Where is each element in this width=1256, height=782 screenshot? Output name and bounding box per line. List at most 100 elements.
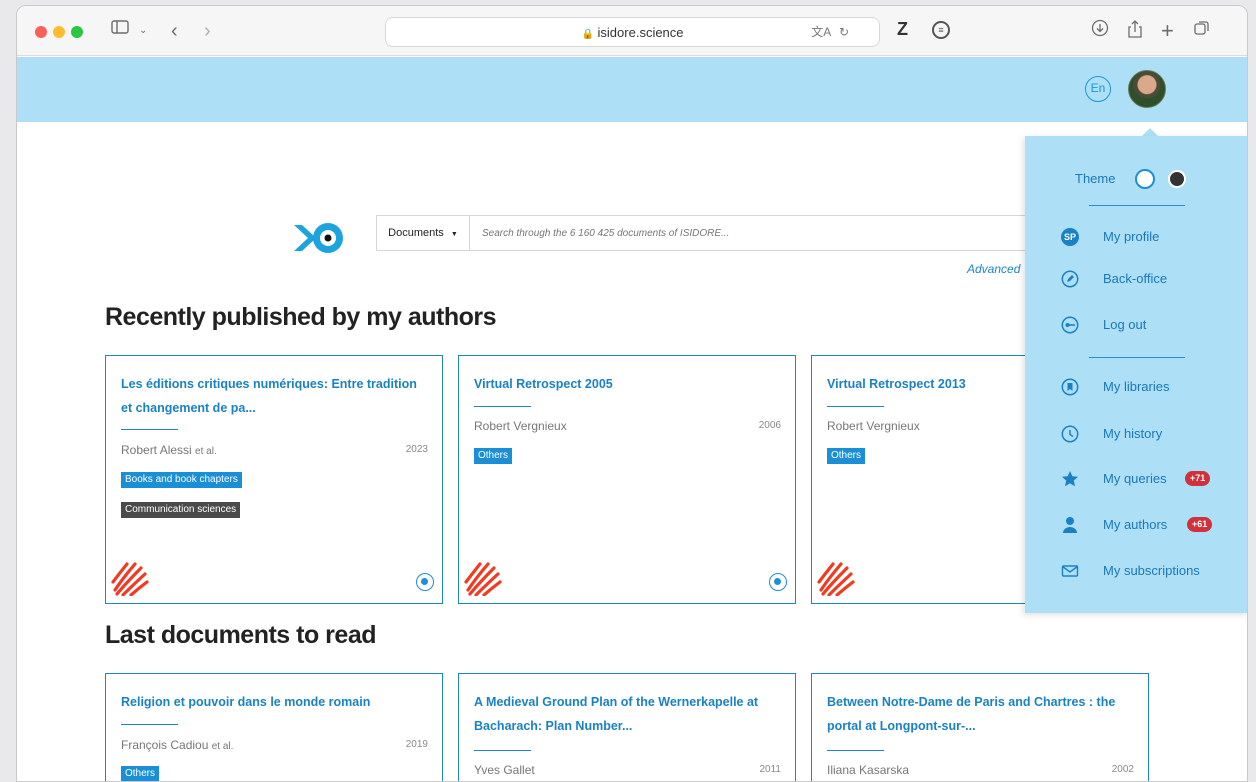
source-logo-icon xyxy=(817,562,855,596)
translate-icon[interactable]: 文A xyxy=(811,25,830,39)
document-card[interactable]: Religion et pouvoir dans le monde romain… xyxy=(105,673,443,781)
language-button[interactable]: En xyxy=(1085,76,1111,102)
card-divider xyxy=(827,406,884,407)
card-title[interactable]: Religion et pouvoir dans le monde romain xyxy=(121,690,427,714)
menu-item-label: My profile xyxy=(1103,229,1160,244)
document-card[interactable]: A Medieval Ground Plan of the Wernerkape… xyxy=(458,673,796,781)
discipline-tag[interactable]: Communication sciences xyxy=(121,502,241,518)
key-icon xyxy=(1061,316,1079,334)
menu-divider xyxy=(1089,205,1185,206)
queries-count-badge: +71 xyxy=(1185,471,1211,486)
card-author[interactable]: Yves Gallet xyxy=(474,763,535,777)
menu-item-back-office[interactable]: Back-office xyxy=(1061,268,1241,292)
menu-item-my-profile[interactable]: SP My profile xyxy=(1061,226,1241,250)
menu-item-my-history[interactable]: My history xyxy=(1061,423,1241,447)
document-card[interactable]: Between Notre-Dame de Paris and Chartres… xyxy=(811,673,1149,781)
card-year: 2011 xyxy=(759,764,781,775)
document-card[interactable]: Virtual Retrospect 2005 Robert Vergnieux… xyxy=(458,355,796,604)
search-type-dropdown[interactable]: Documents ▼ xyxy=(377,216,470,250)
card-author[interactable]: Robert Alessi xyxy=(121,443,192,457)
menu-item-my-queries[interactable]: My queries +71 xyxy=(1061,468,1241,492)
card-divider xyxy=(827,750,884,751)
menu-item-my-authors[interactable]: My authors +61 xyxy=(1061,514,1241,538)
search-bar: Documents ▼ xyxy=(376,215,1036,251)
card-title[interactable]: Les éditions critiques numériques: Entre… xyxy=(121,372,427,420)
type-tag[interactable]: Others xyxy=(827,448,866,464)
source-logo-icon xyxy=(111,562,149,596)
address-bar[interactable]: 🔒 isidore.science 文A ↻ xyxy=(385,17,880,47)
shield-icon[interactable]: ≡ xyxy=(932,21,950,39)
recent-section-title: Recently published by my authors xyxy=(105,303,497,331)
tabs-icon[interactable] xyxy=(1193,19,1211,45)
source-logo-icon xyxy=(464,562,502,596)
reload-icon[interactable]: ↻ xyxy=(839,25,849,39)
menu-item-label: Back-office xyxy=(1103,271,1168,286)
isidore-logo[interactable] xyxy=(294,221,344,255)
menu-item-label: Log out xyxy=(1103,317,1147,332)
last-section-title: Last documents to read xyxy=(105,621,377,649)
card-divider xyxy=(474,406,531,407)
search-type-label: Documents xyxy=(388,227,444,239)
theme-dark-toggle[interactable] xyxy=(1168,170,1186,188)
type-tag[interactable]: Books and book chapters xyxy=(121,472,242,488)
advanced-search-link[interactable]: Advanced xyxy=(967,262,1020,276)
card-author[interactable]: Robert Vergnieux xyxy=(474,419,567,433)
menu-item-label: My history xyxy=(1103,426,1163,441)
menu-item-label: My libraries xyxy=(1103,379,1170,394)
menu-divider xyxy=(1089,357,1185,358)
share-icon[interactable] xyxy=(1127,19,1143,47)
lock-icon: 🔒 xyxy=(581,29,594,40)
card-year: 2019 xyxy=(405,739,428,750)
caret-down-icon: ▼ xyxy=(450,231,458,238)
card-etal: et al. xyxy=(211,741,234,752)
chevron-down-icon[interactable]: ⌄ xyxy=(139,19,147,43)
user-icon xyxy=(1063,517,1077,533)
menu-item-my-libraries[interactable]: My libraries xyxy=(1061,376,1241,400)
download-icon[interactable] xyxy=(1091,19,1109,45)
envelope-icon xyxy=(1061,565,1079,577)
user-menu: Theme SP My profile Back-office Log out … xyxy=(1025,136,1247,613)
back-icon[interactable]: ‹ xyxy=(171,19,178,43)
star-icon xyxy=(1062,471,1078,487)
menu-item-label: My subscriptions xyxy=(1103,563,1200,578)
document-card[interactable]: Les éditions critiques numériques: Entre… xyxy=(105,355,443,604)
menu-item-log-out[interactable]: Log out xyxy=(1061,314,1241,338)
card-divider xyxy=(121,724,178,725)
menu-item-label: My authors xyxy=(1103,517,1168,532)
pencil-icon xyxy=(1061,270,1079,288)
type-tag[interactable]: Others xyxy=(121,766,160,781)
type-tag[interactable]: Others xyxy=(474,448,513,464)
avatar[interactable] xyxy=(1128,70,1166,108)
card-divider xyxy=(121,429,178,430)
menu-item-my-subscriptions[interactable]: My subscriptions xyxy=(1061,560,1241,584)
minimize-window-button[interactable] xyxy=(53,26,65,38)
card-author[interactable]: François Cadiou xyxy=(121,738,208,752)
card-divider xyxy=(474,750,531,751)
arrow-right-circle-icon[interactable] xyxy=(769,573,787,591)
sidebar-icon[interactable] xyxy=(111,19,129,43)
authors-count-badge: +61 xyxy=(1187,517,1213,532)
clock-icon xyxy=(1061,425,1079,443)
theme-label: Theme xyxy=(1075,171,1116,186)
arrow-right-circle-icon[interactable] xyxy=(416,573,434,591)
browser-window: ⌄ ‹ › 🔒 isidore.science 文A ↻ Z ≡ + En Do… xyxy=(16,5,1248,782)
card-year: 2002 xyxy=(1111,764,1134,775)
url-text: isidore.science xyxy=(597,25,684,40)
card-title[interactable]: Virtual Retrospect 2005 xyxy=(474,372,780,396)
browser-toolbar: ⌄ ‹ › 🔒 isidore.science 文A ↻ Z ≡ + xyxy=(17,6,1247,56)
zotero-icon[interactable]: Z xyxy=(897,19,908,40)
profile-initials-icon: SP xyxy=(1061,228,1079,246)
search-input[interactable] xyxy=(482,216,1022,250)
zoom-window-button[interactable] xyxy=(71,26,83,38)
bookmark-icon xyxy=(1061,378,1079,396)
theme-light-toggle[interactable] xyxy=(1135,169,1155,189)
forward-icon[interactable]: › xyxy=(204,19,211,43)
close-window-button[interactable] xyxy=(35,26,47,38)
card-etal: et al. xyxy=(195,446,217,457)
site-header: En xyxy=(17,57,1247,122)
card-title[interactable]: A Medieval Ground Plan of the Wernerkape… xyxy=(474,690,780,738)
new-tab-icon[interactable]: + xyxy=(1161,19,1174,43)
card-author[interactable]: Iliana Kasarska xyxy=(827,763,909,777)
card-title[interactable]: Between Notre-Dame de Paris and Chartres… xyxy=(827,690,1133,738)
card-author[interactable]: Robert Vergnieux xyxy=(827,419,920,433)
